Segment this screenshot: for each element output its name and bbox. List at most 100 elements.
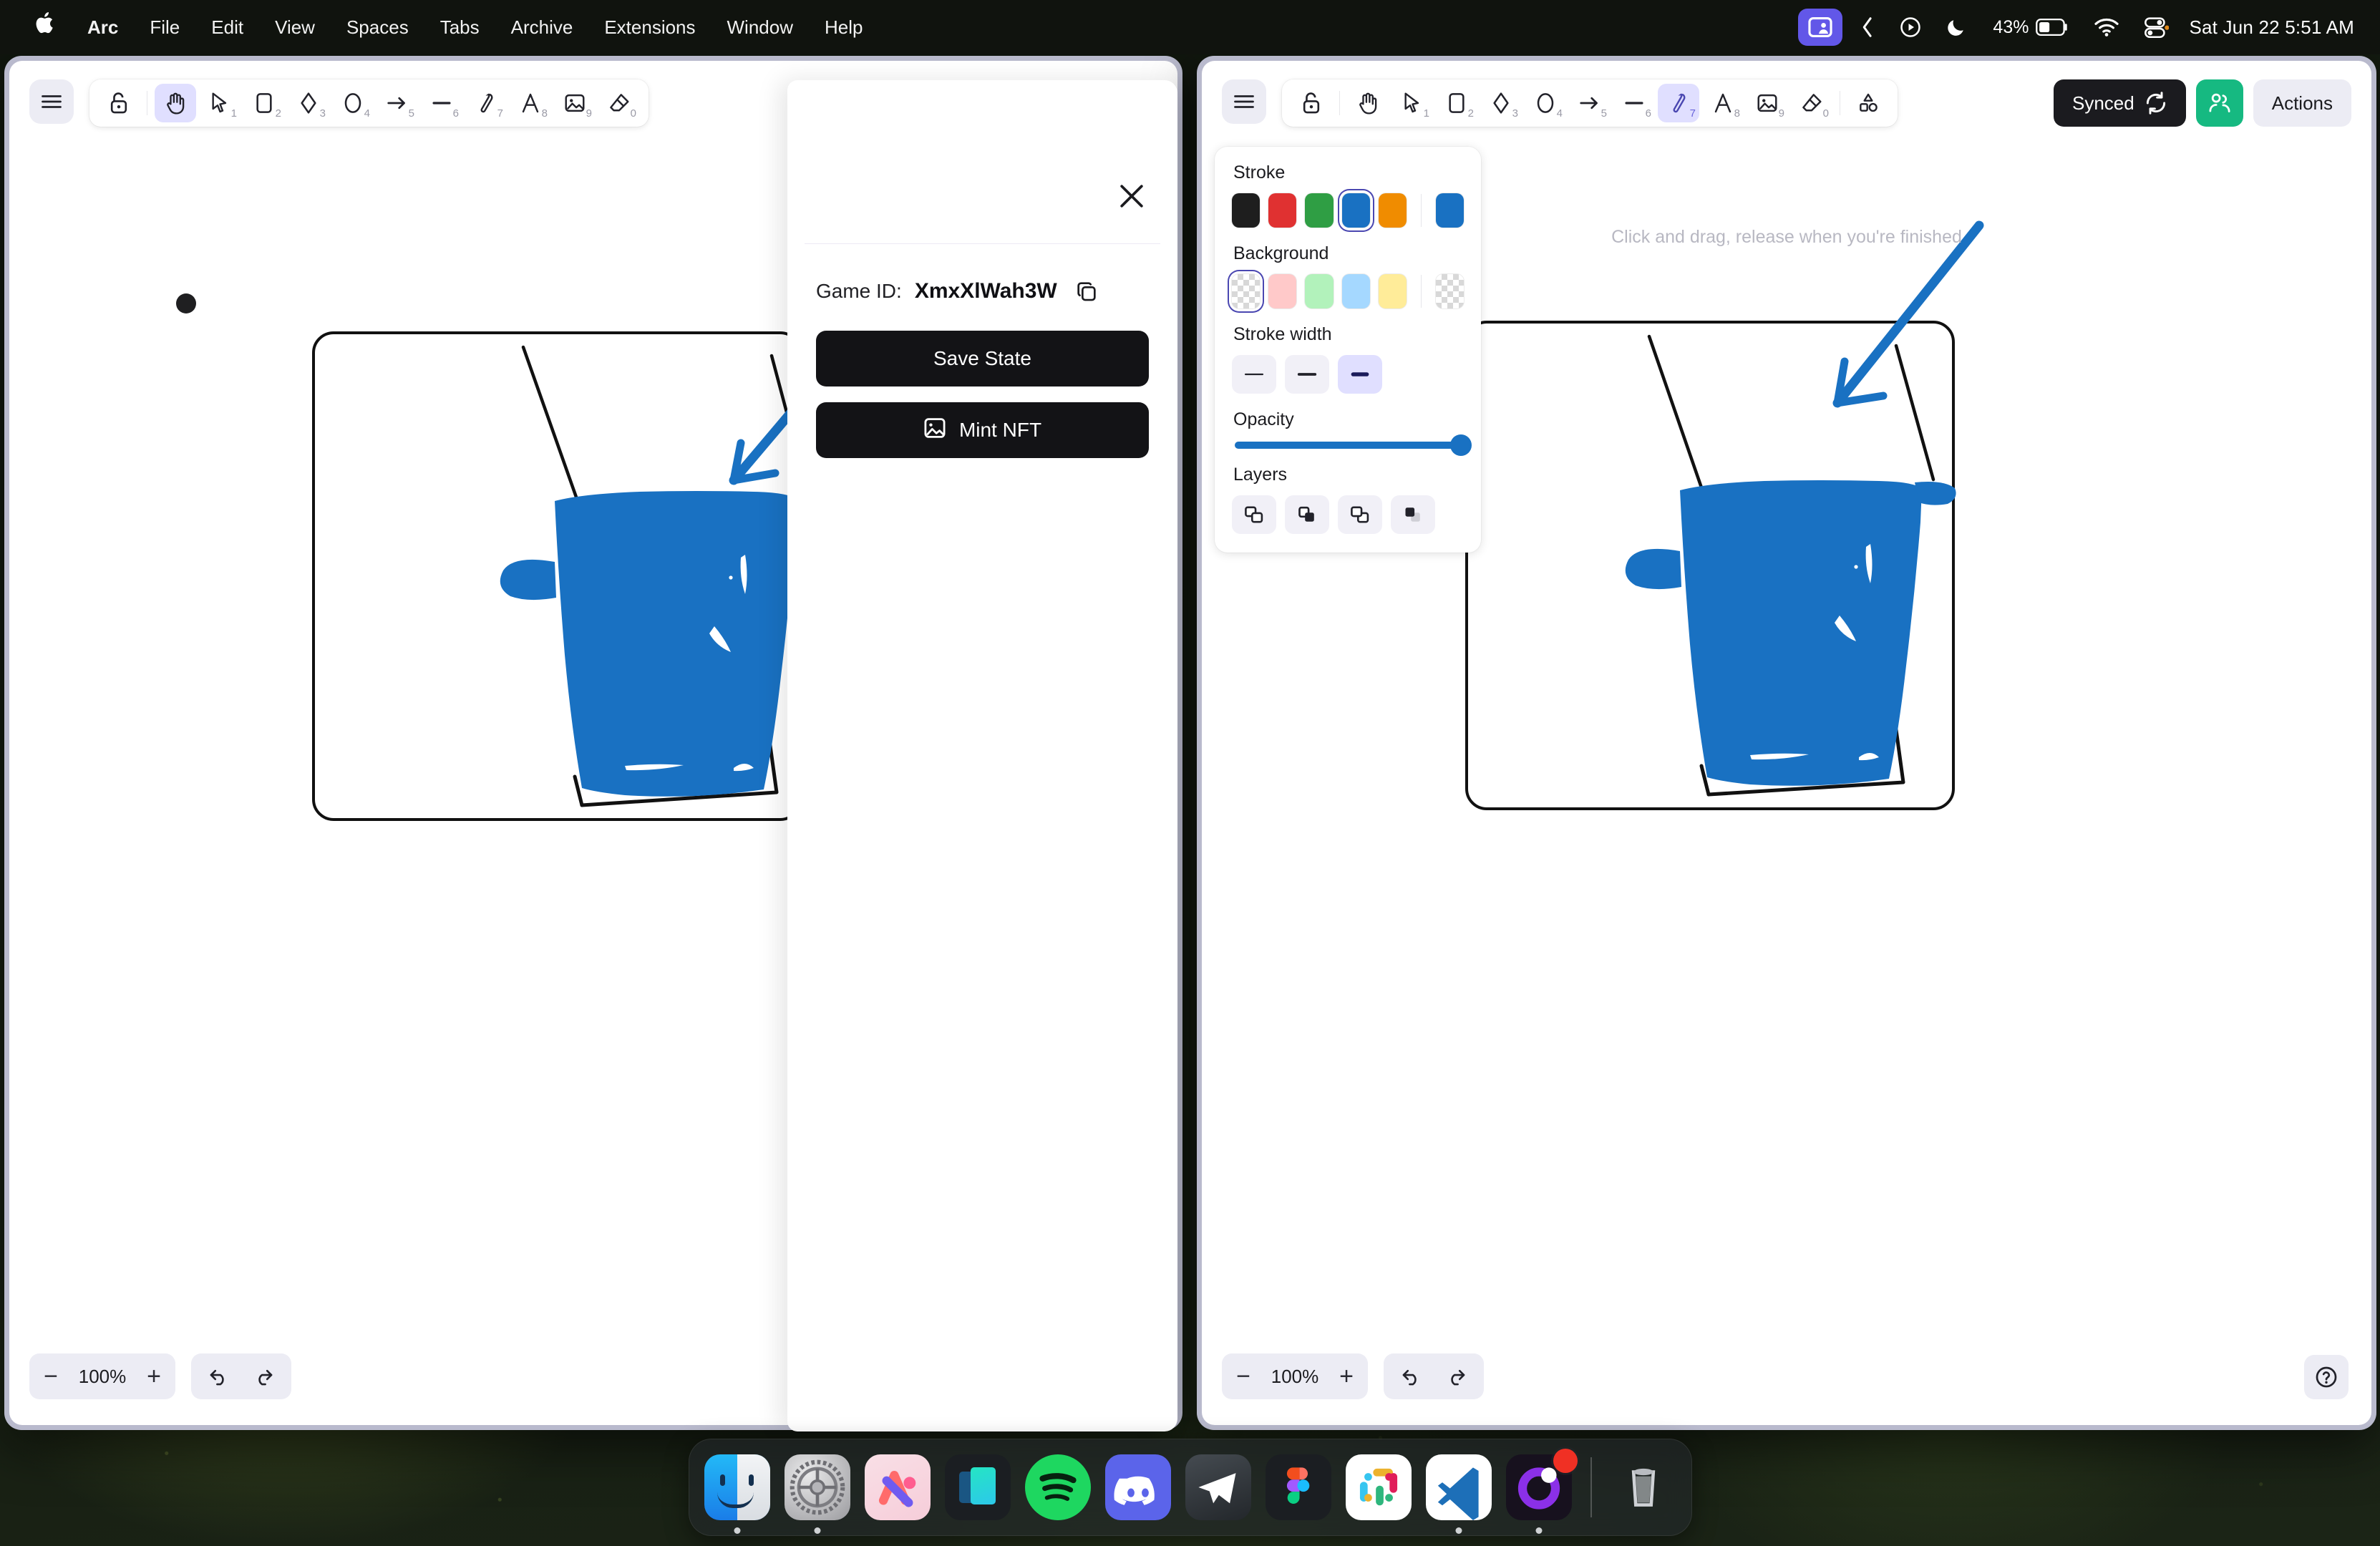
hamburger-menu-icon[interactable] bbox=[29, 79, 74, 124]
arrow-tool-right[interactable]: 5 bbox=[1569, 84, 1611, 122]
text-tool-left[interactable]: 8 bbox=[510, 84, 551, 122]
mint-nft-button[interactable]: Mint NFT bbox=[816, 402, 1149, 458]
save-state-button[interactable]: Save State bbox=[816, 331, 1149, 386]
diamond-tool-left[interactable]: 3 bbox=[288, 84, 329, 122]
bg-current-color[interactable] bbox=[1435, 274, 1465, 308]
menu-item-file[interactable]: File bbox=[134, 16, 195, 39]
frame-shapes-icon[interactable] bbox=[1847, 84, 1889, 122]
collaborators-icon[interactable] bbox=[2195, 79, 2243, 127]
zoom-value-label-right[interactable]: 100% bbox=[1265, 1366, 1325, 1388]
moon-icon[interactable] bbox=[1934, 16, 1980, 38]
draw-tool-right[interactable]: 7 bbox=[1658, 84, 1699, 122]
bg-swatch-pink[interactable] bbox=[1268, 274, 1297, 308]
help-question-icon[interactable] bbox=[2304, 1355, 2349, 1399]
bg-swatch-green[interactable] bbox=[1305, 274, 1334, 308]
image-tool-right[interactable]: 9 bbox=[1747, 84, 1788, 122]
bg-swatch-blue[interactable] bbox=[1341, 274, 1370, 308]
selection-tool-left[interactable]: 1 bbox=[199, 84, 241, 122]
undo-arrow-icon-right[interactable] bbox=[1389, 1353, 1434, 1399]
synced-button[interactable]: Synced bbox=[2054, 79, 2186, 127]
play-circle-icon[interactable] bbox=[1887, 16, 1934, 38]
wifi-icon[interactable] bbox=[2082, 17, 2132, 37]
stroke-width-bold[interactable] bbox=[1285, 355, 1329, 394]
image-tool-left[interactable]: 9 bbox=[554, 84, 596, 122]
send-to-back-icon[interactable] bbox=[1232, 495, 1276, 534]
zoom-in-button[interactable]: + bbox=[132, 1353, 175, 1399]
menu-item-archive[interactable]: Archive bbox=[495, 16, 589, 39]
zoom-out-button-right[interactable]: − bbox=[1222, 1353, 1265, 1399]
opacity-slider[interactable] bbox=[1235, 434, 1472, 456]
battery-status[interactable]: 43% bbox=[1980, 17, 2082, 38]
dock-item-trash[interactable] bbox=[1606, 1450, 1681, 1525]
dock-item-telegram[interactable] bbox=[1181, 1450, 1255, 1525]
dock-item-discord[interactable] bbox=[1101, 1450, 1175, 1525]
stroke-swatch-black[interactable] bbox=[1232, 193, 1261, 228]
zoom-value-label[interactable]: 100% bbox=[72, 1366, 132, 1388]
selection-tool-right[interactable]: 1 bbox=[1391, 84, 1433, 122]
zoom-in-button-right[interactable]: + bbox=[1325, 1353, 1368, 1399]
rectangle-tool-right[interactable]: 2 bbox=[1436, 84, 1477, 122]
dock-item-finder[interactable] bbox=[700, 1450, 774, 1534]
text-tool-right[interactable]: 8 bbox=[1702, 84, 1744, 122]
menu-bar-clock[interactable]: Sat Jun 22 5:51 AM bbox=[2182, 16, 2354, 39]
close-x-icon[interactable] bbox=[1114, 179, 1149, 213]
rectangle-tool-left[interactable]: 2 bbox=[243, 84, 285, 122]
menu-item-window[interactable]: Window bbox=[711, 16, 809, 39]
dock-item-vs-code[interactable] bbox=[1422, 1450, 1496, 1534]
bring-to-front-icon[interactable] bbox=[1391, 495, 1435, 534]
dock-item-system-settings[interactable] bbox=[780, 1450, 855, 1534]
dock-item-spotify[interactable] bbox=[1021, 1450, 1095, 1525]
diamond-tool-right[interactable]: 3 bbox=[1480, 84, 1522, 122]
hand-tool-left[interactable] bbox=[155, 84, 196, 122]
menu-item-tabs[interactable]: Tabs bbox=[424, 16, 495, 39]
bg-swatch-yellow[interactable] bbox=[1378, 274, 1407, 308]
menu-item-view[interactable]: View bbox=[259, 16, 331, 39]
stroke-swatch-red[interactable] bbox=[1268, 193, 1297, 228]
sync-refresh-icon bbox=[2146, 92, 2165, 115]
dock-item-slack[interactable] bbox=[1341, 1450, 1416, 1525]
stroke-swatch-blue[interactable] bbox=[1341, 193, 1370, 228]
menu-item-edit[interactable]: Edit bbox=[195, 16, 259, 39]
actions-button[interactable]: Actions bbox=[2253, 79, 2351, 127]
menu-item-arc[interactable]: Arc bbox=[72, 16, 134, 39]
menu-item-spaces[interactable]: Spaces bbox=[331, 16, 424, 39]
ellipse-tool-right[interactable]: 4 bbox=[1525, 84, 1566, 122]
stroke-current-color[interactable] bbox=[1435, 193, 1465, 228]
hamburger-menu-icon-right[interactable] bbox=[1222, 79, 1266, 124]
tool-num: 8 bbox=[541, 107, 548, 120]
tool-num: 4 bbox=[1556, 107, 1563, 120]
stroke-width-thin[interactable] bbox=[1232, 355, 1276, 394]
redo-arrow-icon[interactable] bbox=[241, 1353, 286, 1399]
apple-menu-icon[interactable] bbox=[19, 10, 72, 40]
stroke-width-extra-bold[interactable] bbox=[1338, 355, 1382, 394]
line-tool-left[interactable]: 6 bbox=[421, 84, 462, 122]
send-backward-icon[interactable] bbox=[1285, 495, 1329, 534]
bring-forward-icon[interactable] bbox=[1338, 495, 1382, 534]
dock-item-arc-browser-pink[interactable] bbox=[860, 1450, 935, 1525]
draw-tool-left[interactable]: 7 bbox=[465, 84, 507, 122]
dock-item-notes-app[interactable] bbox=[941, 1450, 1015, 1525]
dock-item-figma[interactable] bbox=[1261, 1450, 1336, 1525]
zoom-out-button[interactable]: − bbox=[29, 1353, 72, 1399]
arrow-tool-left[interactable]: 5 bbox=[377, 84, 418, 122]
lock-tool-left[interactable] bbox=[98, 84, 140, 122]
stroke-swatch-orange[interactable] bbox=[1378, 193, 1407, 228]
copy-icon[interactable] bbox=[1070, 275, 1103, 308]
stroke-swatch-green[interactable] bbox=[1305, 193, 1334, 228]
menu-item-help[interactable]: Help bbox=[809, 16, 878, 39]
line-tool-right[interactable]: 6 bbox=[1613, 84, 1655, 122]
undo-arrow-icon[interactable] bbox=[197, 1353, 241, 1399]
dock-item-arc-browser[interactable] bbox=[1502, 1449, 1578, 1534]
lock-tool-right[interactable] bbox=[1291, 84, 1332, 122]
eraser-tool-right[interactable]: 0 bbox=[1791, 84, 1832, 122]
screen-share-icon[interactable] bbox=[1798, 9, 1843, 46]
redo-arrow-icon-right[interactable] bbox=[1434, 1353, 1478, 1399]
ellipse-tool-left[interactable]: 4 bbox=[332, 84, 374, 122]
menu-item-extensions[interactable]: Extensions bbox=[588, 16, 711, 39]
bg-swatch-transparent[interactable] bbox=[1232, 274, 1261, 308]
chevron-left-icon[interactable] bbox=[1848, 16, 1887, 38]
opacity-slider-knob[interactable] bbox=[1450, 434, 1472, 456]
control-center-icon[interactable] bbox=[2132, 16, 2182, 38]
eraser-tool-left[interactable]: 0 bbox=[598, 84, 640, 122]
hand-tool-right[interactable] bbox=[1347, 84, 1389, 122]
